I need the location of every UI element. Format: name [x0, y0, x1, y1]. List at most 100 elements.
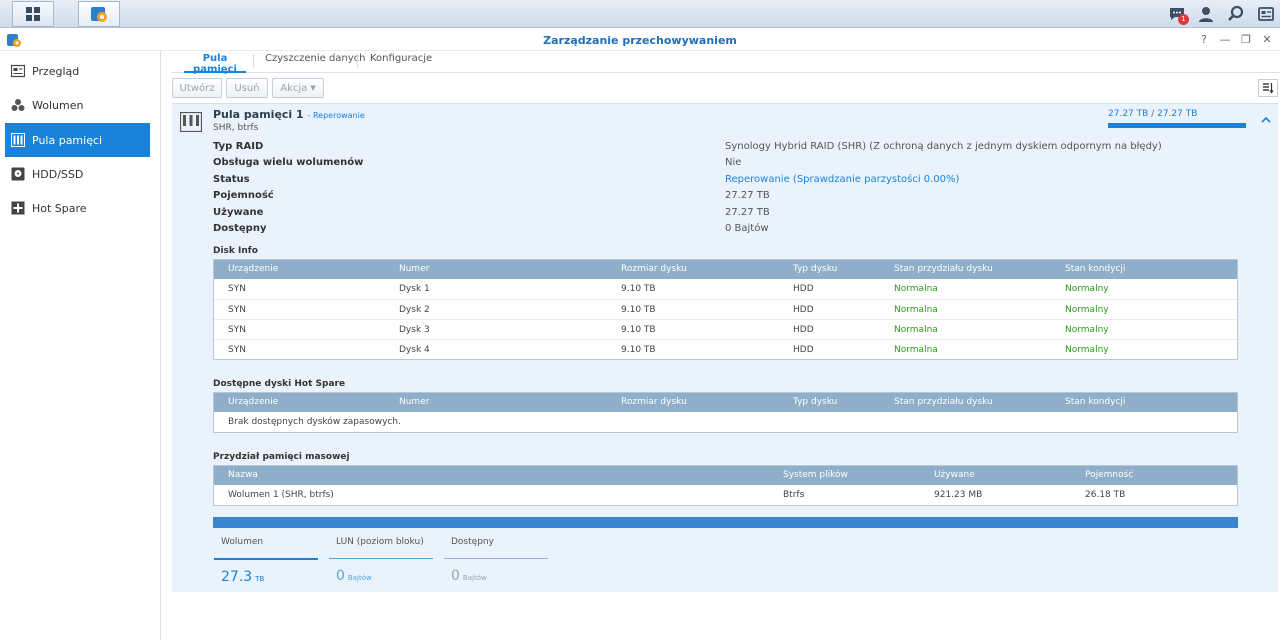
- column-header[interactable]: Nazwa: [228, 470, 258, 480]
- stat-volume: Wolumen 27.3 TB: [214, 534, 318, 585]
- maximize-button[interactable]: ❐: [1238, 32, 1254, 48]
- table-row[interactable]: SYN Dysk 1 9.10 TB HDD Normalna Normalny: [214, 279, 1237, 299]
- prop-raid-type-label: Typ RAID: [213, 141, 264, 152]
- column-header[interactable]: Rozmiar dysku: [621, 264, 687, 274]
- table-row[interactable]: SYN Dysk 4 9.10 TB HDD Normalna Normalny: [214, 339, 1237, 359]
- sidebar-item-hdd-ssd[interactable]: HDD/SSD: [5, 157, 150, 191]
- cell-number: Dysk 1: [399, 284, 430, 294]
- chevron-up-icon[interactable]: [1260, 114, 1272, 126]
- delete-button[interactable]: Usuń: [226, 78, 268, 98]
- cell-size: 9.10 TB: [621, 305, 656, 315]
- storage-manager-taskbar-button[interactable]: [78, 1, 120, 27]
- stat-underline: [444, 558, 548, 559]
- stat-value: 0 Bajtów: [336, 568, 433, 584]
- pool-usage-bar: [1108, 123, 1246, 128]
- table-header: Urządzenie Numer Rozmiar dysku Typ dysku…: [214, 393, 1237, 412]
- notifications-button[interactable]: 1: [1166, 3, 1189, 25]
- user-icon: [1199, 7, 1213, 22]
- cell-device: SYN: [228, 325, 246, 335]
- stat-number: 0: [451, 568, 460, 584]
- pool-usage-used: 27.27 TB: [1108, 109, 1149, 119]
- prop-multi-volume-value: Nie: [725, 157, 742, 168]
- table-row[interactable]: SYN Dysk 3 9.10 TB HDD Normalna Normalny: [214, 319, 1237, 339]
- storage-pool-panel: Pula pamięci 1 - Reperowanie SHR, btrfs …: [172, 103, 1278, 592]
- create-button[interactable]: Utwórz: [172, 78, 222, 98]
- table-row[interactable]: SYN Dysk 2 9.10 TB HDD Normalna Normalny: [214, 299, 1237, 319]
- sidebar-item-label: Pula pamięci: [32, 133, 103, 147]
- table-row[interactable]: Wolumen 1 (SHR, btrfs) Btrfs 921.23 MB 2…: [214, 485, 1237, 505]
- stat-unit: Bajtów: [347, 574, 372, 582]
- pool-status-link[interactable]: - Reperowanie: [308, 111, 365, 120]
- stat-label: Wolumen: [221, 537, 264, 547]
- stat-unit: TB: [255, 575, 265, 583]
- tab-storage-pool[interactable]: Pula pamięci: [184, 53, 246, 75]
- sidebar-item-hot-spare[interactable]: Hot Spare: [5, 191, 150, 225]
- prop-status-label: Status: [213, 174, 250, 185]
- notification-badge: 1: [1178, 14, 1189, 25]
- action-label: Akcja: [280, 82, 308, 94]
- cell-device: SYN: [228, 284, 246, 294]
- stat-value: 0 Bajtów: [451, 568, 548, 584]
- pool-title: Pula pamięci 1 - Reperowanie: [213, 108, 365, 121]
- cell-health-status: Normalny: [1065, 325, 1109, 335]
- column-header[interactable]: Stan przydziału dysku: [894, 264, 993, 274]
- table-header: Nazwa System plików Używane Pojemność: [214, 466, 1237, 485]
- sort-icon: [1263, 83, 1274, 94]
- user-button[interactable]: [1195, 3, 1217, 25]
- sidebar-item-volume[interactable]: Wolumen: [5, 88, 150, 122]
- column-header[interactable]: System plików: [783, 470, 848, 480]
- grid-menu-icon: [26, 7, 40, 21]
- cell-health-status: Normalny: [1065, 284, 1109, 294]
- table-header: Urządzenie Numer Rozmiar dysku Typ dysku…: [214, 260, 1237, 279]
- cell-allocation-status: Normalna: [894, 345, 938, 355]
- column-header[interactable]: Stan przydziału dysku: [894, 397, 993, 407]
- search-button[interactable]: [1225, 3, 1247, 25]
- stat-underline: [214, 558, 318, 560]
- column-header[interactable]: Numer: [399, 397, 429, 407]
- cell-size: 9.10 TB: [621, 325, 656, 335]
- help-button[interactable]: ?: [1196, 32, 1212, 48]
- close-button[interactable]: ✕: [1259, 32, 1275, 48]
- column-header[interactable]: Stan kondycji: [1065, 264, 1125, 274]
- prop-raid-type-value: Synology Hybrid RAID (SHR) (Z ochroną da…: [725, 141, 1162, 152]
- column-header[interactable]: Urządzenie: [228, 264, 278, 274]
- caret-down-icon: ▼: [310, 84, 316, 92]
- cell-used: 921.23 MB: [934, 490, 983, 500]
- prop-status-value[interactable]: Reperowanie (Sprawdzanie parzystości 0.0…: [725, 174, 959, 185]
- stat-number: 0: [336, 568, 345, 584]
- column-header[interactable]: Typ dysku: [793, 264, 837, 274]
- volume-icon: [11, 98, 25, 112]
- allocation-title: Przydział pamięci masowej: [213, 452, 350, 462]
- sidebar-item-overview[interactable]: Przegląd: [5, 54, 150, 88]
- column-header[interactable]: Pojemność: [1085, 470, 1133, 480]
- cell-size: 9.10 TB: [621, 284, 656, 294]
- column-header[interactable]: Urządzenie: [228, 397, 278, 407]
- cell-size: 9.10 TB: [621, 345, 656, 355]
- widgets-icon: [1258, 7, 1274, 21]
- sort-button[interactable]: [1258, 79, 1278, 97]
- column-header[interactable]: Numer: [399, 264, 429, 274]
- column-header[interactable]: Typ dysku: [793, 397, 837, 407]
- sidebar-item-label: Hot Spare: [32, 201, 87, 215]
- cell-allocation-status: Normalna: [894, 325, 938, 335]
- column-header[interactable]: Używane: [934, 470, 975, 480]
- tab-data-scrubbing[interactable]: Czyszczenie danych: [265, 53, 366, 73]
- column-header[interactable]: Stan kondycji: [1065, 397, 1125, 407]
- sidebar-item-storage-pool[interactable]: Pula pamięci: [5, 123, 150, 157]
- action-dropdown-button[interactable]: Akcja ▼: [272, 78, 324, 98]
- cell-device: SYN: [228, 305, 246, 315]
- cell-type: HDD: [793, 345, 814, 355]
- cell-number: Dysk 4: [399, 345, 430, 355]
- stat-underline: [329, 558, 433, 559]
- window-titlebar: Zarządzanie przechowywaniem ? — ❐ ✕: [0, 29, 1280, 51]
- tab-configurations[interactable]: Konfiguracje: [370, 53, 432, 73]
- allocation-table: Nazwa System plików Używane Pojemność Wo…: [213, 465, 1238, 506]
- minimize-button[interactable]: —: [1217, 32, 1233, 48]
- main-menu-button[interactable]: [12, 1, 54, 27]
- pool-usage-total: 27.27 TB: [1157, 109, 1198, 119]
- cell-type: HDD: [793, 325, 814, 335]
- column-header[interactable]: Rozmiar dysku: [621, 397, 687, 407]
- widgets-button[interactable]: [1255, 3, 1277, 25]
- stat-number: 27.3: [221, 569, 253, 585]
- tab-divider: [253, 54, 254, 68]
